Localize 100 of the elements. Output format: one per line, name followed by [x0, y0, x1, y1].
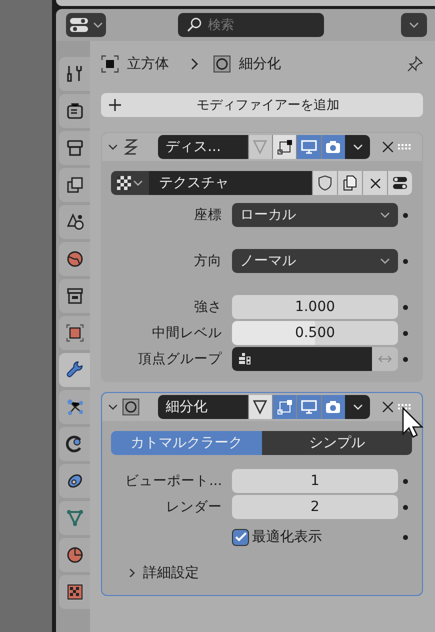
- drag-handle-icon[interactable]: [398, 404, 412, 410]
- monitor-toggle[interactable]: [296, 395, 321, 419]
- chevron-down-icon[interactable]: [108, 402, 118, 412]
- texture-type-dropdown[interactable]: [111, 171, 149, 195]
- field-label: ビューポート...: [124, 472, 223, 490]
- fake-user-button[interactable]: [312, 171, 337, 195]
- editor-type-button[interactable]: [66, 13, 106, 37]
- monitor-icon: [301, 399, 318, 415]
- keyframe-dot[interactable]: [403, 534, 408, 540]
- chevron-down-icon[interactable]: [108, 142, 118, 152]
- properties-tab[interactable]: [59, 538, 90, 572]
- chevron-down-icon: [93, 21, 103, 29]
- mode-tab[interactable]: シンプル: [262, 431, 412, 455]
- circle-square-icon: [122, 398, 140, 416]
- checkbox[interactable]: [232, 528, 249, 546]
- on-cage-toggle[interactable]: [248, 395, 272, 419]
- field-label: 強さ: [193, 298, 223, 316]
- triangle-vertices-icon: [64, 508, 84, 528]
- checker-icon: [64, 582, 84, 602]
- properties-tab[interactable]: [59, 205, 90, 239]
- pin-icon[interactable]: [407, 56, 423, 72]
- dropdown[interactable]: ローカル: [232, 203, 398, 227]
- keyframe-dot[interactable]: [403, 356, 408, 362]
- slider-field[interactable]: 0.500: [232, 321, 398, 345]
- vertex-square-icon: [276, 399, 293, 415]
- toggles-icon: [392, 176, 408, 190]
- edit-mode-toggle[interactable]: [272, 135, 296, 159]
- properties-tab[interactable]: [59, 94, 90, 128]
- shield-icon: [318, 175, 332, 191]
- number-field[interactable]: 1.000: [232, 295, 398, 319]
- keyframe-dot[interactable]: [403, 212, 408, 218]
- keyframe-dot[interactable]: [403, 258, 408, 264]
- dropdown-button[interactable]: [345, 395, 370, 419]
- keyframe-dot[interactable]: [403, 478, 408, 484]
- triangle-icon: [252, 139, 268, 155]
- keyframe-dot[interactable]: [403, 330, 408, 336]
- add-modifier-button[interactable]: モディファイアーを追加: [101, 93, 423, 117]
- copy-button[interactable]: [337, 171, 362, 195]
- toggle-button[interactable]: [387, 171, 412, 195]
- properties-tab[interactable]: [59, 279, 90, 313]
- camera-toggle[interactable]: [320, 395, 346, 419]
- keyframe-dot[interactable]: [403, 304, 408, 310]
- triangle-icon: [252, 399, 268, 415]
- vertex-group-field[interactable]: [232, 347, 372, 371]
- square-icon: [64, 323, 84, 343]
- chevron-down-icon: [352, 143, 363, 151]
- field-label: レンダー: [165, 498, 223, 516]
- properties-tab[interactable]: [59, 464, 90, 498]
- field-label: 座標: [193, 206, 223, 224]
- edit-mode-toggle[interactable]: [272, 395, 296, 419]
- monitor-icon: [301, 139, 318, 155]
- modifier-name-field[interactable]: 細分化: [158, 395, 248, 419]
- drag-handle-icon[interactable]: [398, 144, 412, 150]
- monitor-toggle[interactable]: [296, 135, 321, 159]
- texture-field[interactable]: テクスチャ: [149, 171, 312, 195]
- camera-toggle[interactable]: [320, 135, 346, 159]
- close-button[interactable]: [362, 171, 387, 195]
- mouse-pointer-icon: [402, 407, 424, 439]
- box-icon: [64, 286, 84, 306]
- vertex-group-icon: [238, 352, 252, 366]
- dropdown-button[interactable]: [401, 13, 427, 37]
- properties-tab[interactable]: [59, 57, 90, 91]
- properties-tab[interactable]: [59, 353, 90, 387]
- plus-icon: [109, 99, 121, 111]
- properties-tab[interactable]: [59, 242, 90, 276]
- keyframe-dot[interactable]: [403, 504, 408, 510]
- properties-tab[interactable]: [59, 390, 90, 424]
- close-icon[interactable]: [382, 141, 394, 153]
- modifier-name: 細分化: [239, 55, 281, 73]
- double-arrow-icon: [377, 354, 393, 364]
- object-name: 立方体: [127, 55, 169, 73]
- globe-icon: [64, 249, 84, 269]
- object-icon: [101, 55, 119, 73]
- dropdown-button[interactable]: [345, 135, 370, 159]
- number-field[interactable]: 1: [232, 469, 398, 493]
- camera-back-icon: [64, 101, 84, 121]
- close-icon: [370, 178, 380, 188]
- checker-icon: [117, 176, 131, 190]
- properties-tab[interactable]: [59, 131, 90, 165]
- properties-tab[interactable]: [59, 168, 90, 202]
- number-field[interactable]: 2: [232, 495, 398, 519]
- subpanel-header[interactable]: 詳細設定: [111, 561, 412, 585]
- close-icon[interactable]: [382, 401, 394, 413]
- chevron-down-icon: [380, 211, 390, 219]
- printer-icon: [64, 138, 84, 158]
- properties-tab[interactable]: [59, 427, 90, 461]
- properties-tab[interactable]: [59, 316, 90, 350]
- search-field[interactable]: 検索: [178, 13, 324, 37]
- checkbox-label: 最適化表示: [252, 528, 322, 546]
- circle-square-icon: [213, 55, 231, 73]
- shapes-icon: [64, 212, 84, 232]
- sphere-icon: [64, 545, 84, 565]
- camera-icon: [325, 399, 342, 415]
- dropdown[interactable]: ノーマル: [232, 249, 398, 273]
- properties-tab[interactable]: [59, 575, 90, 609]
- camera-icon: [325, 139, 342, 155]
- chevron-down-icon: [352, 403, 363, 411]
- modifier-name-field[interactable]: ディス...: [158, 135, 248, 159]
- search-icon: [186, 17, 202, 33]
- vertex-square-icon: [276, 139, 293, 155]
